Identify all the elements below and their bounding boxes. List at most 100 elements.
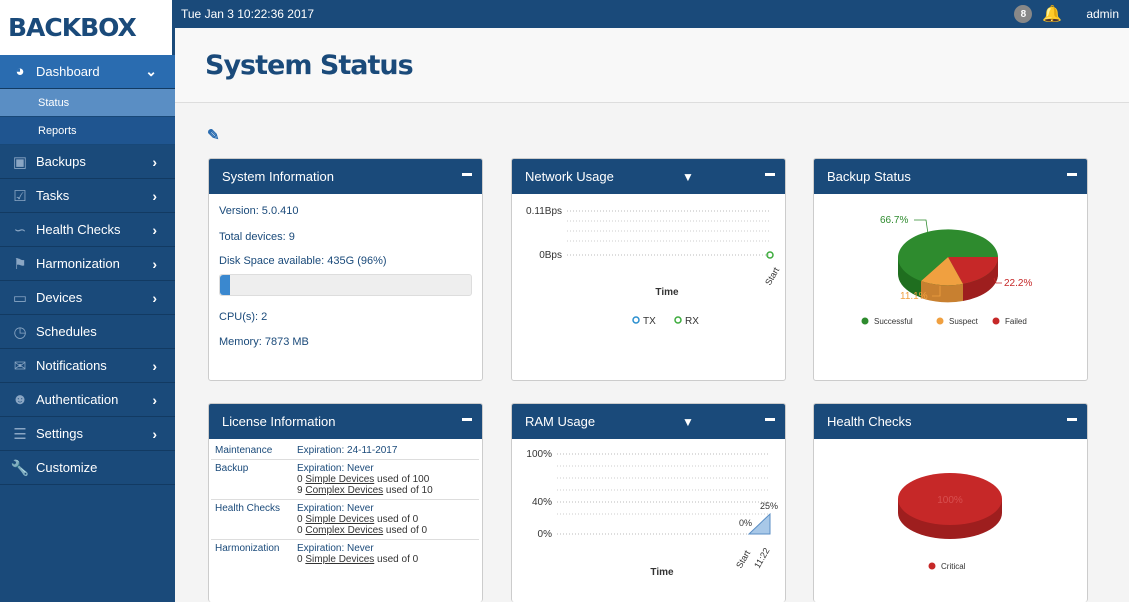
legend-label: Failed <box>1005 317 1027 326</box>
sidebar-item-settings[interactable]: ☰ Settings › <box>0 417 175 451</box>
sidebar-item-notifications[interactable]: ✉ Notifications › <box>0 349 175 383</box>
disk-space-text: Disk Space available: 435G (96%) <box>219 255 387 267</box>
chevron-right-icon: › <box>152 153 157 170</box>
filter-icon[interactable]: ▼ <box>682 415 694 429</box>
data-label: 0% <box>739 518 752 528</box>
total-devices-text: Total devices: 9 <box>219 231 295 243</box>
minimize-icon[interactable] <box>462 173 472 176</box>
logo[interactable]: BACKBOX <box>0 0 175 55</box>
panel-title: Network Usage <box>525 169 614 184</box>
sidebar-item-label: Notifications <box>36 358 107 373</box>
edit-icon[interactable]: ✎ <box>207 126 220 144</box>
chevron-right-icon: › <box>152 255 157 272</box>
x-axis-label: Time <box>655 287 679 298</box>
network-usage-panel: Network Usage ▼ 0.11Bps 0Bps Start Time … <box>511 158 786 381</box>
minimize-icon[interactable] <box>1067 173 1077 176</box>
sidebar-item-devices[interactable]: ▭ Devices › <box>0 281 175 315</box>
filter-icon[interactable]: ▼ <box>682 170 694 184</box>
sidebar-item-label: Authentication <box>36 392 119 407</box>
data-label: 25% <box>760 501 778 511</box>
sidebar-item-label: Harmonization <box>36 256 120 271</box>
sidebar-item-label: Settings <box>36 426 83 441</box>
sidebar-subitem-label: Reports <box>38 124 77 137</box>
device-limit: used of 0 <box>374 514 419 525</box>
memory-text: Memory: 7873 MB <box>219 336 309 348</box>
notification-count-badge[interactable]: 8 <box>1014 5 1033 23</box>
notifications-icon: ✉ <box>13 357 27 375</box>
sidebar-item-label: Schedules <box>36 324 97 339</box>
y-tick-label: 0Bps <box>539 250 562 261</box>
legend-critical-icon <box>928 562 936 570</box>
slice-label-suspect: 11.1% <box>900 291 928 302</box>
sidebar-item-backups[interactable]: ▣ Backups › <box>0 145 175 179</box>
panel-header: Health Checks <box>814 404 1087 439</box>
license-name: Health Checks <box>215 503 281 514</box>
sidebar-item-health-checks[interactable]: ∽ Health Checks › <box>0 213 175 247</box>
license-expiration: Expiration: Never <box>297 543 374 554</box>
tx-legend-icon <box>632 316 640 324</box>
version-text: Version: 5.0.410 <box>219 205 299 217</box>
slice-label-failed: 22.2% <box>1004 278 1032 289</box>
panel-title: Backup Status <box>827 169 911 184</box>
chevron-right-icon: › <box>152 425 157 442</box>
legend-successful-icon <box>861 317 869 325</box>
device-count: 0 <box>297 525 303 536</box>
minimize-icon[interactable] <box>765 418 775 421</box>
y-tick-label: 0% <box>538 529 553 540</box>
system-info-panel: System Information Version: 5.0.410 Tota… <box>208 158 483 381</box>
dashboard-icon: ◕ <box>15 63 25 80</box>
license-info-panel: License Information Maintenance Expirati… <box>208 403 483 602</box>
minimize-icon[interactable] <box>765 173 775 176</box>
ram-usage-panel: RAM Usage ▼ 100% 40% 0% 25% 0% Start 11:… <box>511 403 786 602</box>
license-name: Harmonization <box>215 543 280 554</box>
chevron-right-icon: › <box>152 391 157 408</box>
page-title: System Status <box>205 50 414 81</box>
sidebar-item-label: Backups <box>36 154 86 169</box>
x-tick-label: Start <box>763 265 781 287</box>
health-checks-icon: ∽ <box>13 221 27 239</box>
logo-text: BACKBOX <box>8 13 137 42</box>
panel-header: Backup Status <box>814 159 1087 194</box>
sidebar-item-tasks[interactable]: ☑ Tasks › <box>0 179 175 213</box>
disk-usage-fill <box>220 275 231 295</box>
complex-devices-link[interactable]: Complex Devices <box>305 485 383 496</box>
legend-label: RX <box>685 316 699 327</box>
minimize-icon[interactable] <box>462 418 472 421</box>
complex-devices-link[interactable]: Complex Devices <box>305 525 383 536</box>
sidebar-item-dashboard[interactable]: ◕ Dashboard ⌄ <box>0 55 175 89</box>
user-menu[interactable]: admin <box>1086 7 1119 21</box>
license-row-maintenance: Maintenance Expiration: 24-11-2017 <box>211 442 479 460</box>
legend-suspect-icon <box>936 317 944 325</box>
license-name: Maintenance <box>215 445 273 456</box>
sidebar-subitem-label: Status <box>38 96 70 109</box>
minimize-icon[interactable] <box>1067 418 1077 421</box>
cpu-text: CPU(s): 2 <box>219 311 268 323</box>
sidebar-item-label: Tasks <box>36 188 70 203</box>
chevron-right-icon: › <box>152 221 157 238</box>
license-row-health-checks: Health Checks Expiration: Never 0 Simple… <box>211 500 479 540</box>
panel-title: License Information <box>222 414 336 429</box>
y-tick-label: 0.11Bps <box>526 206 562 217</box>
sidebar-subitem-status[interactable]: Status <box>0 89 175 117</box>
rx-legend-icon <box>674 316 682 324</box>
sidebar-item-harmonization[interactable]: ⚑ Harmonization › <box>0 247 175 281</box>
health-checks-panel: Health Checks 100% Critical <box>813 403 1088 602</box>
sidebar-item-label: Dashboard <box>36 64 100 79</box>
chevron-right-icon: › <box>152 187 157 204</box>
simple-devices-link[interactable]: Simple Devices <box>305 474 374 485</box>
device-limit: used of 10 <box>383 485 433 496</box>
device-limit: used of 100 <box>374 474 430 485</box>
sidebar-subitem-reports[interactable]: Reports <box>0 117 175 145</box>
simple-devices-link[interactable]: Simple Devices <box>305 514 374 525</box>
license-table: Maintenance Expiration: 24-11-2017 Backu… <box>211 442 479 568</box>
bell-icon[interactable]: 🔔 <box>1042 4 1062 24</box>
x-axis-label: Time <box>650 567 674 578</box>
panel-title: System Information <box>222 169 334 184</box>
sidebar-item-authentication[interactable]: ☻ Authentication › <box>0 383 175 417</box>
health-checks-chart: 100% Critical <box>898 473 1002 571</box>
sidebar-item-customize[interactable]: 🔧 Customize <box>0 451 175 485</box>
datetime: Tue Jan 3 10:22:36 2017 <box>181 7 314 21</box>
device-count: 0 <box>297 554 303 565</box>
simple-devices-link[interactable]: Simple Devices <box>305 554 374 565</box>
sidebar-item-schedules[interactable]: ◷ Schedules <box>0 315 175 349</box>
